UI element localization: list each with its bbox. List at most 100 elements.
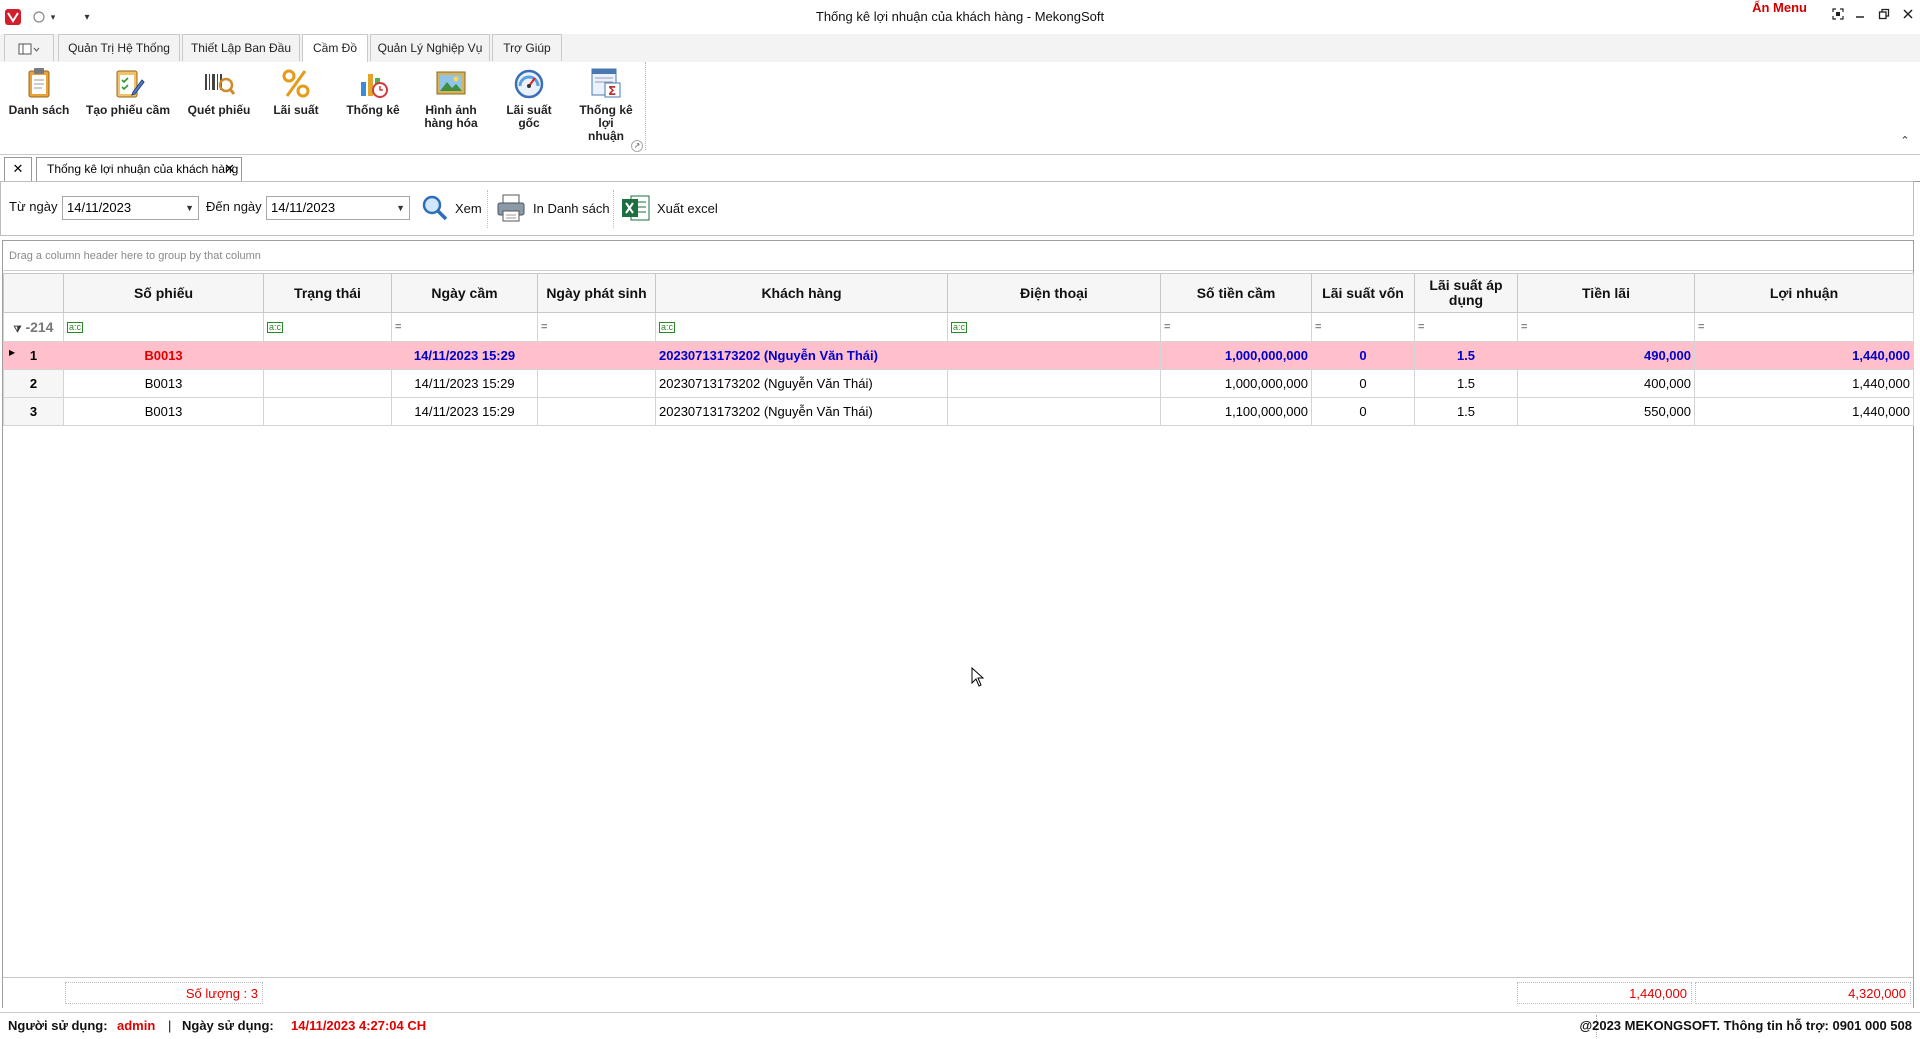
column-header-khach-hang[interactable]: Khách hàng xyxy=(655,273,948,313)
danh-sach-button[interactable]: Danh sách xyxy=(6,66,72,117)
cell-ngay-phat-sinh[interactable] xyxy=(537,369,656,398)
from-date-field[interactable]: 14/11/2023 ▼ xyxy=(62,196,199,220)
table-row[interactable]: 2 B0013 14/11/2023 15:29 20230713173202 … xyxy=(3,369,1914,398)
view-button[interactable]: Xem xyxy=(421,194,482,222)
report-sigma-icon: Σ xyxy=(591,68,621,98)
column-header-tien-lai[interactable]: Tiền lãi xyxy=(1517,273,1695,313)
column-header-lai-suat-von[interactable]: Lãi suất vốn xyxy=(1311,273,1415,313)
table-row[interactable]: ▶ 1 B0013 14/11/2023 15:29 20230713173202… xyxy=(3,341,1914,370)
cell-lai-suat-von[interactable]: 0 xyxy=(1311,397,1415,426)
table-row[interactable]: 3 B0013 14/11/2023 15:29 20230713173202 … xyxy=(3,397,1914,426)
column-header-dien-thoai[interactable]: Điện thoại xyxy=(947,273,1161,313)
cell-ngay-cam[interactable]: 14/11/2023 15:29 xyxy=(391,397,538,426)
tab-tro-giup[interactable]: Trợ Giúp xyxy=(492,34,562,61)
cell-so-tien-cam[interactable]: 1,100,000,000 xyxy=(1160,397,1312,426)
thong-ke-loi-nhuan-button[interactable]: Σ Thống kê lợi nhuận xyxy=(572,66,640,143)
chevron-down-icon[interactable]: ▾ xyxy=(48,8,58,26)
cell-so-phieu[interactable]: B0013 xyxy=(63,341,264,370)
thong-ke-button[interactable]: Thống kê xyxy=(340,66,406,117)
group-launcher-icon[interactable]: ↗ xyxy=(631,140,643,152)
column-header-lai-suat-ap-dung[interactable]: Lãi suất áp dụng xyxy=(1414,273,1518,313)
cell-dien-thoai[interactable] xyxy=(947,397,1161,426)
filter-cell-loi-nhuan[interactable]: = xyxy=(1694,312,1914,342)
cell-khach-hang[interactable]: 20230713173202 (Nguyễn Văn Thái) xyxy=(655,397,948,426)
chevron-down-icon[interactable]: ▼ xyxy=(185,197,194,219)
lai-suat-goc-button[interactable]: Lãi suất gốc xyxy=(496,66,562,130)
filter-cell-ngay-phat-sinh[interactable]: = xyxy=(537,312,656,342)
row-indicator[interactable]: 2 xyxy=(3,369,64,398)
cell-dien-thoai[interactable] xyxy=(947,341,1161,370)
minimize-icon[interactable] xyxy=(1850,8,1870,26)
cell-loi-nhuan[interactable]: 1,440,000 xyxy=(1694,397,1914,426)
tab-quan-tri-he-thong[interactable]: Quản Trị Hệ Thống xyxy=(58,34,180,61)
tab-cam-do[interactable]: Cầm Đồ xyxy=(302,34,368,63)
filter-cell-so-tien-cam[interactable]: = xyxy=(1160,312,1312,342)
cell-khach-hang[interactable]: 20230713173202 (Nguyễn Văn Thái) xyxy=(655,369,948,398)
filter-cell-khach-hang[interactable]: a:c xyxy=(655,312,948,342)
cell-trang-thai[interactable] xyxy=(263,341,392,370)
column-header-ngay-phat-sinh[interactable]: Ngày phát sinh xyxy=(537,273,656,313)
app-menu-button[interactable] xyxy=(4,34,54,61)
quet-phieu-button[interactable]: Quét phiếu xyxy=(184,66,254,117)
cell-so-phieu[interactable]: B0013 xyxy=(63,369,264,398)
column-header-so-phieu[interactable]: Số phiếu xyxy=(63,273,264,313)
tab-thong-ke-loi-nhuan[interactable]: Thống kê lợi nhuận của khách hàng ✕ xyxy=(36,157,242,181)
tab-thiet-lap-ban-dau[interactable]: Thiết Lập Ban Đầu xyxy=(182,34,300,61)
hinh-anh-hang-hoa-button[interactable]: Hình ảnh hàng hóa xyxy=(416,66,486,130)
filter-cell-trang-thai[interactable]: a:c xyxy=(263,312,392,342)
lai-suat-button[interactable]: Lãi suất xyxy=(266,66,326,117)
row-indicator[interactable]: ▶ 1 xyxy=(3,341,64,370)
hide-menu-link[interactable]: Ẩn Menu xyxy=(1752,0,1807,15)
cell-so-phieu[interactable]: B0013 xyxy=(63,397,264,426)
qat-customize-button[interactable]: ▾ xyxy=(81,8,93,26)
column-header-so-tien-cam[interactable]: Số tiền cầm xyxy=(1160,273,1312,313)
filter-cell-tien-lai[interactable]: = xyxy=(1517,312,1695,342)
cell-trang-thai[interactable] xyxy=(263,397,392,426)
cell-loi-nhuan[interactable]: 1,440,000 xyxy=(1694,341,1914,370)
cell-lai-suat-von[interactable]: 0 xyxy=(1311,341,1415,370)
cell-dien-thoai[interactable] xyxy=(947,369,1161,398)
date-label: Ngày sử dụng: xyxy=(182,1018,274,1033)
group-by-panel[interactable]: Drag a column header here to group by th… xyxy=(3,241,1913,271)
restore-icon[interactable] xyxy=(1874,8,1894,26)
collapse-ribbon-icon[interactable]: ⌃ xyxy=(1898,134,1912,148)
column-header-ngay-cam[interactable]: Ngày cầm xyxy=(391,273,538,313)
equals-filter-icon: = xyxy=(395,321,402,333)
row-indicator[interactable]: 3 xyxy=(3,397,64,426)
cell-lai-suat-ap-dung[interactable]: 1.5 xyxy=(1414,341,1518,370)
cell-tien-lai[interactable]: 400,000 xyxy=(1517,369,1695,398)
cell-so-tien-cam[interactable]: 1,000,000,000 xyxy=(1160,341,1312,370)
filter-cell-ngay-cam[interactable]: = xyxy=(391,312,538,342)
tab-quan-ly-nghiep-vu[interactable]: Quản Lý Nghiệp Vụ xyxy=(370,34,490,61)
to-date-field[interactable]: 14/11/2023 ▼ xyxy=(266,196,410,220)
close-tab-icon[interactable]: ✕ xyxy=(224,158,235,180)
cell-ngay-phat-sinh[interactable] xyxy=(537,341,656,370)
column-header-loi-nhuan[interactable]: Lợi nhuận xyxy=(1694,273,1914,313)
cell-khach-hang[interactable]: 20230713173202 (Nguyễn Văn Thái) xyxy=(655,341,948,370)
circle-icon[interactable] xyxy=(32,8,46,26)
cell-lai-suat-ap-dung[interactable]: 1.5 xyxy=(1414,397,1518,426)
cell-lai-suat-von[interactable]: 0 xyxy=(1311,369,1415,398)
filter-cell-lai-suat-ap-dung[interactable]: = xyxy=(1414,312,1518,342)
print-list-button[interactable]: In Danh sách xyxy=(495,192,610,224)
barcode-scan-icon xyxy=(205,74,236,95)
chevron-down-icon[interactable]: ▼ xyxy=(396,197,405,219)
cell-loi-nhuan[interactable]: 1,440,000 xyxy=(1694,369,1914,398)
close-all-tabs-icon[interactable]: ✕ xyxy=(4,157,32,181)
tao-phieu-cam-button[interactable]: Tạo phiếu cầm xyxy=(84,66,172,117)
cell-tien-lai[interactable]: 490,000 xyxy=(1517,341,1695,370)
cell-lai-suat-ap-dung[interactable]: 1.5 xyxy=(1414,369,1518,398)
filter-cell-so-phieu[interactable]: a:c xyxy=(63,312,264,342)
cell-ngay-cam[interactable]: 14/11/2023 15:29 xyxy=(391,369,538,398)
filter-cell-lai-suat-von[interactable]: = xyxy=(1311,312,1415,342)
close-icon[interactable] xyxy=(1898,8,1918,26)
filter-cell-dien-thoai[interactable]: a:c xyxy=(947,312,1161,342)
cell-ngay-cam[interactable]: 14/11/2023 15:29 xyxy=(391,341,538,370)
fullscreen-icon[interactable] xyxy=(1828,8,1848,26)
column-header-trang-thai[interactable]: Trạng thái xyxy=(263,273,392,313)
cell-ngay-phat-sinh[interactable] xyxy=(537,397,656,426)
cell-so-tien-cam[interactable]: 1,000,000,000 xyxy=(1160,369,1312,398)
export-excel-button[interactable]: Xuất excel xyxy=(621,192,718,224)
cell-tien-lai[interactable]: 550,000 xyxy=(1517,397,1695,426)
cell-trang-thai[interactable] xyxy=(263,369,392,398)
